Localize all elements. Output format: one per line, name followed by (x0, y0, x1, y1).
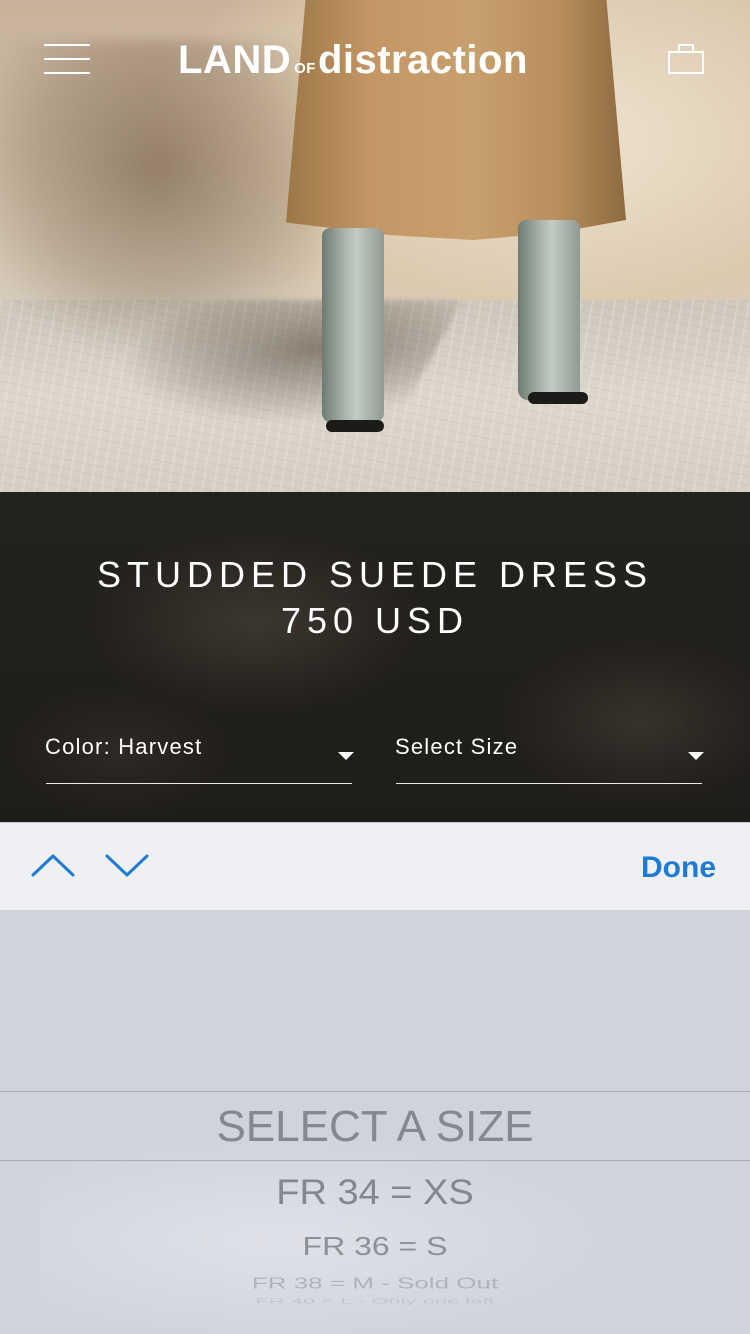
product-price: 750 USD (280, 600, 470, 641)
shopping-bag-icon[interactable] (668, 44, 704, 74)
color-select-label: Color: Harvest (45, 734, 203, 759)
chevron-up-icon[interactable] (31, 851, 75, 881)
product-panel: STUDDED SUEDE DRESS 750 USD Color: Harve… (0, 492, 750, 822)
site-header: LAND OF distraction (0, 0, 750, 120)
menu-icon-bar (44, 44, 90, 46)
picker-option-selected[interactable]: SELECT A SIZE (0, 1102, 750, 1152)
picker-option[interactable]: FR 36 = S (0, 1232, 750, 1262)
logo-distraction: distraction (317, 38, 528, 82)
picker-accessory-bar: Done (0, 822, 750, 910)
hero-boot-sole-left (326, 420, 384, 432)
picker-option[interactable]: FR 34 = XS (0, 1174, 750, 1214)
product-title: STUDDED SUEDE DRESS (96, 554, 654, 595)
chevron-down-icon[interactable] (105, 851, 149, 881)
logo-of: OF (294, 60, 316, 77)
picker-selection-line-bottom (0, 1160, 750, 1161)
chevron-up-svg (31, 854, 75, 877)
menu-icon-bar (44, 72, 90, 74)
size-picker[interactable]: SELECT A SIZE FR 34 = XS FR 36 = S FR 38… (0, 910, 750, 1334)
dropdown-arrow-icon (338, 752, 354, 760)
size-select-label: Select Size (395, 734, 519, 759)
size-select[interactable]: Select Size (395, 724, 704, 784)
shopping-bag-body (668, 51, 704, 74)
hero-boot-sole-right (528, 392, 588, 404)
hero-boot-right (518, 220, 580, 400)
logo-land: LAND (178, 38, 292, 82)
chevron-down-svg (105, 854, 149, 877)
hero-floor-shadow (98, 300, 462, 420)
color-select[interactable]: Color: Harvest (45, 724, 354, 784)
site-logo[interactable]: LAND OF distraction (178, 38, 528, 82)
hero-boot-left (322, 228, 384, 423)
done-button[interactable]: Done (641, 851, 716, 885)
menu-icon[interactable] (44, 44, 90, 74)
menu-icon-bar (44, 58, 90, 60)
dropdown-arrow-icon (688, 752, 704, 760)
picker-selection-line-top (0, 1091, 750, 1092)
picker-option[interactable]: FR 40 = L - Only one left (0, 1296, 750, 1305)
picker-option[interactable]: FR 38 = M - Sold Out (0, 1274, 750, 1293)
